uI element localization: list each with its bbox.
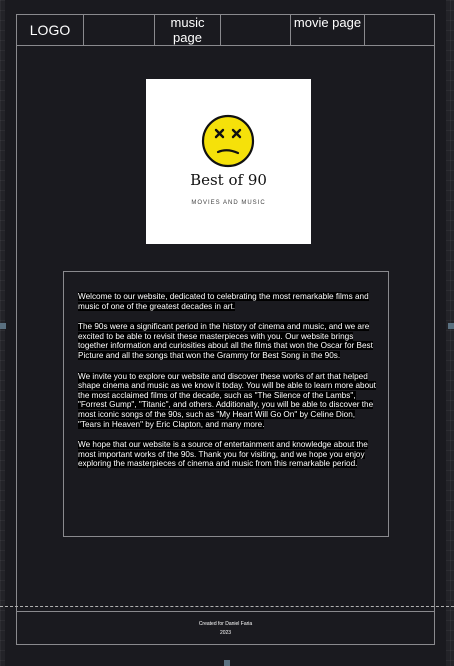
intro-content-box: Welcome to our website, dedicated to cel… (63, 271, 389, 537)
intro-paragraph: We invite you to explore our website and… (78, 371, 376, 429)
resize-handle[interactable] (448, 323, 454, 329)
nav-logo[interactable]: LOGO (17, 15, 84, 45)
intro-paragraph: The 90s were a significant period in the… (78, 322, 373, 360)
logo-title: Best of 90 (190, 171, 267, 189)
dizzy-face-icon (201, 114, 255, 168)
nav-empty-cell (221, 15, 291, 45)
resize-handle[interactable] (224, 660, 230, 666)
site-logo-image: Best of 90 MOVIES AND MUSIC (146, 79, 311, 244)
guide-line (0, 606, 454, 607)
nav-movie-link[interactable]: movie page (291, 15, 365, 45)
footer-credit: Created for Daniel Faria (198, 621, 253, 627)
intro-paragraph: We hope that our website is a source of … (78, 440, 368, 469)
footer-divider (16, 611, 435, 612)
navbar: LOGO music page movie page (16, 14, 435, 46)
nav-empty-cell (365, 15, 434, 45)
nav-music-link[interactable]: music page (155, 15, 221, 45)
resize-handle[interactable] (0, 323, 6, 329)
footer-year: 2023 (219, 630, 232, 636)
nav-empty-cell (84, 15, 155, 45)
intro-paragraph: Welcome to our website, dedicated to cel… (78, 292, 369, 311)
logo-subtitle: MOVIES AND MUSIC (191, 200, 266, 206)
